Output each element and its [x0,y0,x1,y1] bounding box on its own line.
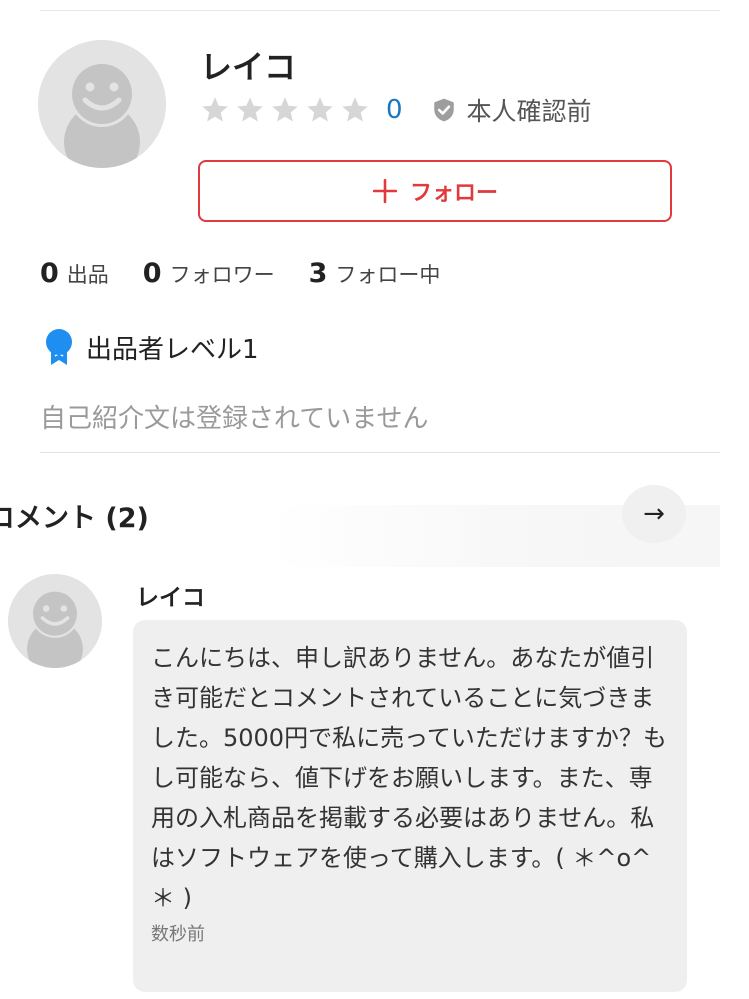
stats-row: 0 出品 0 フォロワー 3 フォロー中 [40,258,440,289]
section-divider [40,452,720,453]
ribbon-badge-icon [46,329,72,365]
seller-level-label: 出品者レベル1 [86,334,259,365]
stat-number: 0 [40,258,59,289]
follow-button-label: フォロー [409,181,498,206]
stat-label: フォロワー [169,263,275,287]
arrow-right-icon[interactable]: → [622,485,686,543]
stat-following[interactable]: 3 フォロー中 [309,258,441,289]
person-placeholder-icon [8,574,102,668]
star-icon [307,97,333,122]
star-icon [202,97,228,122]
top-divider [40,10,720,11]
plus-icon [372,178,398,204]
rating-row[interactable]: 0 本人確認前 [200,92,592,128]
stat-label: フォロー中 [335,263,441,287]
comments-title: コメント (2) [0,503,149,534]
stat-listings[interactable]: 0 出品 [40,258,109,289]
seller-level[interactable]: 出品者レベル1 [44,328,259,366]
profile-bio: 自己紹介文は登録されていません [40,404,429,434]
comment-timestamp: 数秒前 [151,924,205,945]
comment-avatar[interactable] [8,574,102,668]
stat-number: 3 [308,258,328,289]
comment-bubble: こんにちは、申し訳ありません。あなたが値引き可能だとコメントされていることに気づ… [133,620,687,992]
shield-check-icon [433,98,454,122]
comment-text: こんにちは、申し訳ありません。あなたが値引き可能だとコメントされていることに気づ… [151,644,667,912]
user-name: レイコ [200,48,297,86]
star-icon [342,97,368,122]
stat-followers[interactable]: 0 フォロワー [143,258,275,289]
stat-number: 0 [142,258,162,289]
rating-count[interactable]: 0 [386,95,403,125]
stat-label: 出品 [66,263,109,287]
star-icon [237,97,263,122]
star-icon [272,97,298,122]
profile-avatar[interactable] [38,40,166,168]
rating-stars [200,95,370,125]
follow-button[interactable]: フォロー [198,160,672,222]
person-placeholder-icon [38,40,166,168]
verification-status: 本人確認前 [466,97,592,126]
comment-author[interactable]: レイコ [136,578,205,612]
